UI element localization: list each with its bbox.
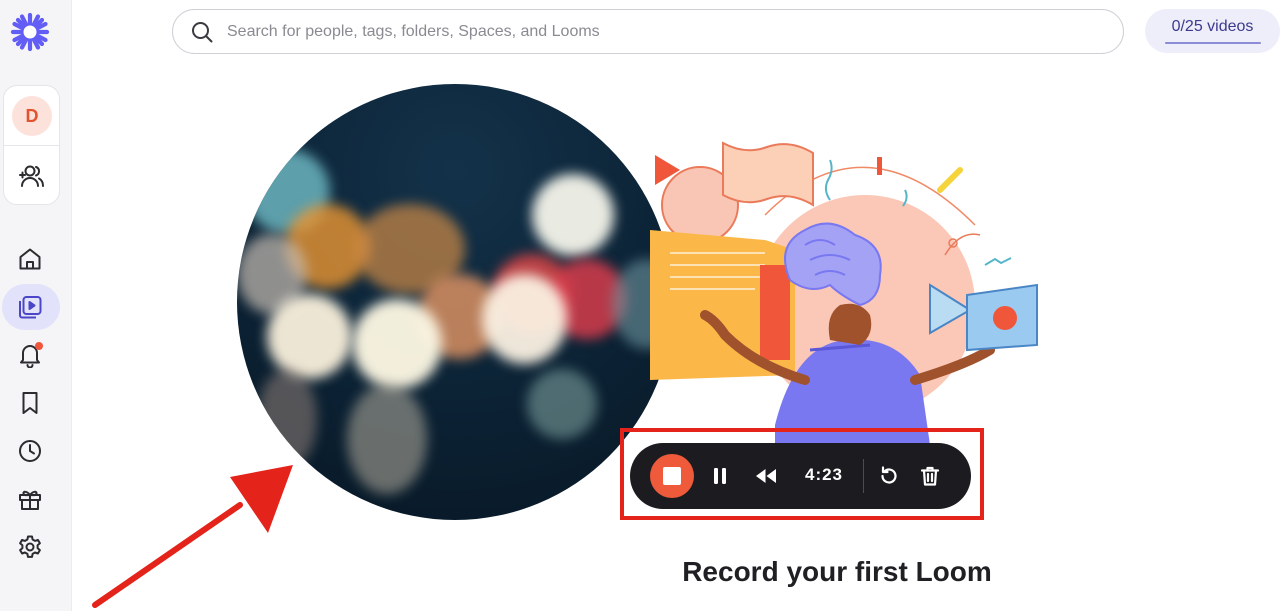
- app-window: D Search for people, tags, folders, Spac…: [0, 0, 1285, 611]
- delete-button[interactable]: [916, 462, 944, 490]
- sidebar-item-gifts[interactable]: [16, 485, 44, 513]
- pause-button[interactable]: [706, 462, 734, 490]
- search-input[interactable]: [227, 10, 1107, 53]
- bokeh-light: [532, 174, 614, 256]
- sidebar-item-notifications[interactable]: [16, 341, 44, 369]
- bokeh-light: [352, 299, 442, 389]
- restart-button[interactable]: [875, 462, 903, 490]
- bokeh-light: [347, 384, 427, 494]
- hero-illustration: [650, 141, 1038, 445]
- workspace-switcher: D: [3, 85, 60, 205]
- divider: [4, 145, 59, 146]
- notification-badge: [35, 342, 43, 350]
- clock-icon: [19, 440, 41, 462]
- rewind-button[interactable]: [752, 462, 780, 490]
- video-quota-badge[interactable]: 0/25 videos: [1145, 9, 1280, 53]
- bokeh-light: [527, 369, 597, 439]
- video-quota-underline: [1165, 42, 1261, 44]
- bokeh-light: [257, 369, 317, 469]
- stop-recording-button[interactable]: [650, 454, 694, 498]
- restart-icon: [881, 466, 897, 484]
- search-icon: [192, 22, 213, 43]
- stop-icon: [663, 467, 681, 485]
- sidebar-item-bookmarks[interactable]: [16, 389, 44, 417]
- bokeh-light: [482, 274, 567, 364]
- bookmark-icon: [22, 392, 38, 414]
- rewind-icon: [756, 469, 776, 483]
- trash-icon: [920, 466, 940, 486]
- recorder-divider: [863, 459, 864, 493]
- loom-logo[interactable]: [10, 12, 50, 52]
- sidebar-item-history[interactable]: [16, 437, 44, 465]
- annotation-arrow: [92, 465, 293, 608]
- recording-control-bar: 4:23: [630, 443, 971, 509]
- sidebar-item-home[interactable]: [16, 245, 44, 273]
- bokeh-light: [267, 294, 352, 379]
- page-headline: Record your first Loom: [682, 556, 992, 587]
- sidebar-item-settings[interactable]: [16, 533, 44, 561]
- gear-icon: [19, 535, 41, 558]
- sidebar: D: [0, 0, 72, 611]
- pause-icon: [714, 468, 726, 484]
- video-quota-label: 0/25 videos: [1171, 18, 1254, 35]
- workspace-avatar[interactable]: D: [12, 96, 52, 136]
- home-icon: [19, 248, 41, 270]
- gift-icon: [19, 490, 41, 510]
- members-icon[interactable]: [18, 162, 46, 190]
- search-bar: [172, 9, 1124, 54]
- video-library-icon: [19, 296, 42, 319]
- sidebar-item-library[interactable]: [16, 293, 44, 321]
- recording-timer: 4:23: [804, 465, 844, 484]
